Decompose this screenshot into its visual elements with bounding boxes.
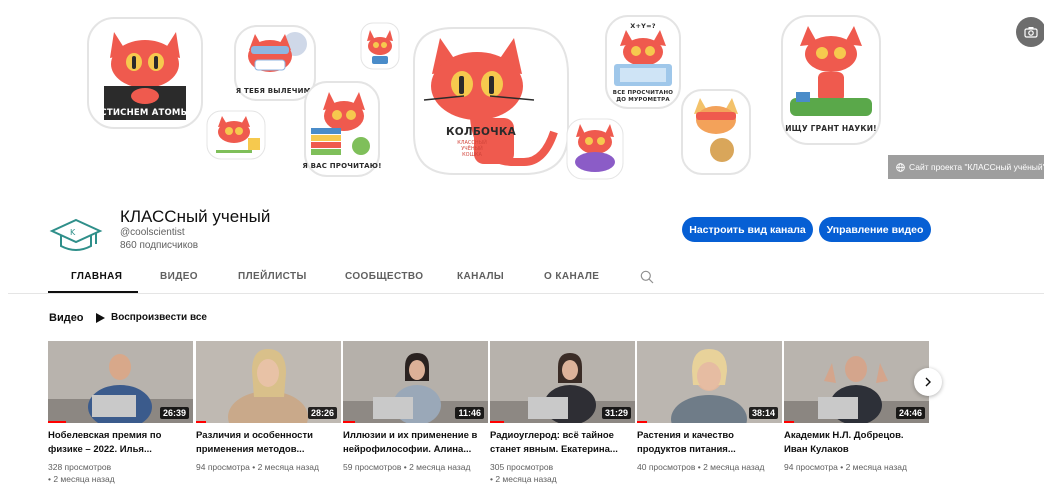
sticker-read: Я ВАС ПРОЧИТАЮ!: [302, 80, 382, 178]
tab-community[interactable]: СООБЩЕСТВО: [345, 271, 423, 282]
edit-banner-button[interactable]: [1016, 17, 1044, 47]
video-meta: 94 просмотра • 2 месяца назад: [196, 461, 341, 473]
video-duration: 38:14: [748, 407, 778, 419]
video-card[interactable]: 26:39 Нобелевская премия по физике – 202…: [48, 341, 193, 484]
customize-channel-button[interactable]: Настроить вид канала: [682, 217, 813, 242]
video-thumbnail[interactable]: 31:29: [490, 341, 635, 423]
channel-handle: @coolscientist: [120, 227, 185, 238]
watch-progress-bar: [343, 421, 355, 423]
tab-about[interactable]: О КАНАЛЕ: [544, 271, 599, 282]
video-views: 59 просмотров: [343, 462, 402, 472]
sticker-grant: ИЩУ ГРАНТ НАУКИ!: [780, 14, 882, 146]
sticker-main: КОЛБОЧКА КЛАССНЫЙ УЧЁНЫЙ КОШКА: [404, 22, 574, 178]
banner-site-link[interactable]: Сайт проекта "КЛАССный учёный": [888, 155, 1044, 179]
video-duration: 24:46: [895, 407, 925, 419]
sticker-small-cube: [206, 110, 266, 160]
video-thumbnail[interactable]: 11:46: [343, 341, 488, 423]
watch-progress-bar: [196, 421, 206, 423]
cat-flask-icon: [360, 22, 400, 70]
video-views: 328 просмотров: [48, 462, 112, 472]
tabs-divider: [8, 293, 1044, 294]
chevron-right-icon: [925, 377, 931, 387]
video-card[interactable]: 11:46 Иллюзии и их применение в нейрофил…: [343, 341, 488, 473]
section-title: Видео: [49, 312, 84, 324]
sticker-caption: Я ВАС ПРОЧИТАЮ!: [302, 162, 382, 170]
watch-progress-bar: [637, 421, 647, 423]
video-views: 40 просмотров: [637, 462, 696, 472]
channel-title: КЛАССный ученый: [120, 207, 271, 226]
play-all-label: Воспроизвести все: [111, 312, 207, 323]
tab-home[interactable]: ГЛАВНАЯ: [71, 271, 122, 282]
watch-progress-bar: [490, 421, 504, 423]
sticker-caption: ВСЕ ПРОСЧИТАНО ДО МУРОМЕТРА: [612, 90, 674, 103]
graduation-cap-icon: K: [49, 218, 103, 251]
video-title[interactable]: Иллюзии и их применение в нейрофилософии…: [343, 429, 483, 457]
video-duration: 28:26: [307, 407, 337, 419]
sticker-atoms: СТИСНЕМ АТОМЫ: [84, 14, 206, 132]
video-thumbnail[interactable]: 24:46: [784, 341, 929, 423]
video-views: 305 просмотров: [490, 462, 554, 472]
site-link-label: Сайт проекта "КЛАССный учёный": [909, 162, 1044, 172]
cat-gear-icon: [681, 89, 751, 175]
svg-text:K: K: [70, 228, 76, 237]
video-age: • 2 месяца назад: [840, 462, 907, 472]
sticker-subcaption: КЛАССНЫЙ УЧЁНЫЙ КОШКА: [457, 140, 487, 158]
channel-search-button[interactable]: [640, 270, 654, 289]
video-duration: 31:29: [601, 407, 631, 419]
video-card[interactable]: 28:26 Различия и особенности применения …: [196, 341, 341, 473]
video-meta: 328 просмотров • 2 месяца назад: [48, 461, 193, 484]
tab-channels[interactable]: КАНАЛЫ: [457, 271, 504, 282]
channel-banner: СТИСНЕМ АТОМЫ Я ТЕБЯ ВЫЛЕЧИМ! Я ВАС ПРОЧ…: [0, 0, 1044, 190]
video-title[interactable]: Академик Н.Л. Добрецов. Иван Кулаков: [784, 429, 924, 457]
video-title[interactable]: Радиоуглерод: всё тайное станет явным. Е…: [490, 429, 630, 457]
video-age: • 2 месяца назад: [490, 474, 557, 484]
cat-purple-icon: [566, 118, 624, 180]
camera-icon: [1024, 27, 1038, 38]
globe-icon: [896, 162, 905, 172]
manage-videos-button[interactable]: Управление видео: [819, 217, 931, 242]
video-age: • 2 месяца назад: [403, 462, 471, 472]
video-card[interactable]: 24:46 Академик Н.Л. Добрецов. Иван Кулак…: [784, 341, 929, 473]
watch-progress-bar: [48, 421, 66, 423]
channel-avatar[interactable]: K: [48, 206, 104, 262]
video-duration: 11:46: [455, 407, 484, 419]
video-title[interactable]: Нобелевская премия по физике – 2022. Иль…: [48, 429, 188, 457]
watch-progress-bar: [784, 421, 794, 423]
video-duration: 26:39: [159, 407, 189, 419]
video-age: • 2 месяца назад: [697, 462, 765, 472]
sticker-caption: ИЩУ ГРАНТ НАУКИ!: [785, 124, 877, 133]
sticker-caption: X+Y=?: [630, 22, 656, 30]
video-age: • 2 месяца назад: [48, 474, 115, 484]
video-thumbnail[interactable]: 38:14: [637, 341, 782, 423]
sticker-gear: [680, 88, 752, 176]
video-meta: 305 просмотров • 2 месяца назад: [490, 461, 635, 484]
video-meta: 94 просмотра • 2 месяца назад: [784, 461, 929, 473]
video-meta: 40 просмотров • 2 месяца назад: [637, 461, 782, 473]
shelf-next-button[interactable]: [914, 368, 942, 396]
cat-cube-icon: [206, 110, 266, 160]
video-card[interactable]: 31:29 Радиоуглерод: всё тайное станет яв…: [490, 341, 635, 484]
video-title[interactable]: Различия и особенности применения методо…: [196, 429, 336, 457]
channel-tabs: ГЛАВНАЯ ВИДЕО ПЛЕЙЛИСТЫ СООБЩЕСТВО КАНАЛ…: [48, 262, 668, 294]
sticker-caption: СТИСНЕМ АТОМЫ: [100, 108, 190, 118]
subscriber-count: 860 подписчиков: [120, 240, 199, 251]
video-meta: 59 просмотров • 2 месяца назад: [343, 461, 488, 473]
play-icon: [96, 312, 105, 323]
video-title[interactable]: Растения и качество продуктов питания...: [637, 429, 777, 457]
video-thumbnail[interactable]: 28:26: [196, 341, 341, 423]
video-thumbnail[interactable]: 26:39: [48, 341, 193, 423]
sticker-small-flask: [360, 22, 400, 70]
video-views: 94 просмотра: [784, 462, 838, 472]
video-views: 94 просмотра: [196, 462, 250, 472]
search-icon: [640, 270, 654, 284]
video-card[interactable]: 38:14 Растения и качество продуктов пита…: [637, 341, 782, 473]
sticker-murometr: X+Y=? ВСЕ ПРОСЧИТАНО ДО МУРОМЕТРА: [604, 14, 682, 110]
tab-playlists[interactable]: ПЛЕЙЛИСТЫ: [238, 271, 307, 282]
sticker-caption: КОЛБОЧКА: [446, 126, 516, 138]
play-all-button[interactable]: Воспроизвести все: [96, 312, 207, 323]
sticker-purple: [566, 118, 624, 180]
tab-videos[interactable]: ВИДЕО: [160, 271, 198, 282]
video-age: • 2 месяца назад: [252, 462, 319, 472]
